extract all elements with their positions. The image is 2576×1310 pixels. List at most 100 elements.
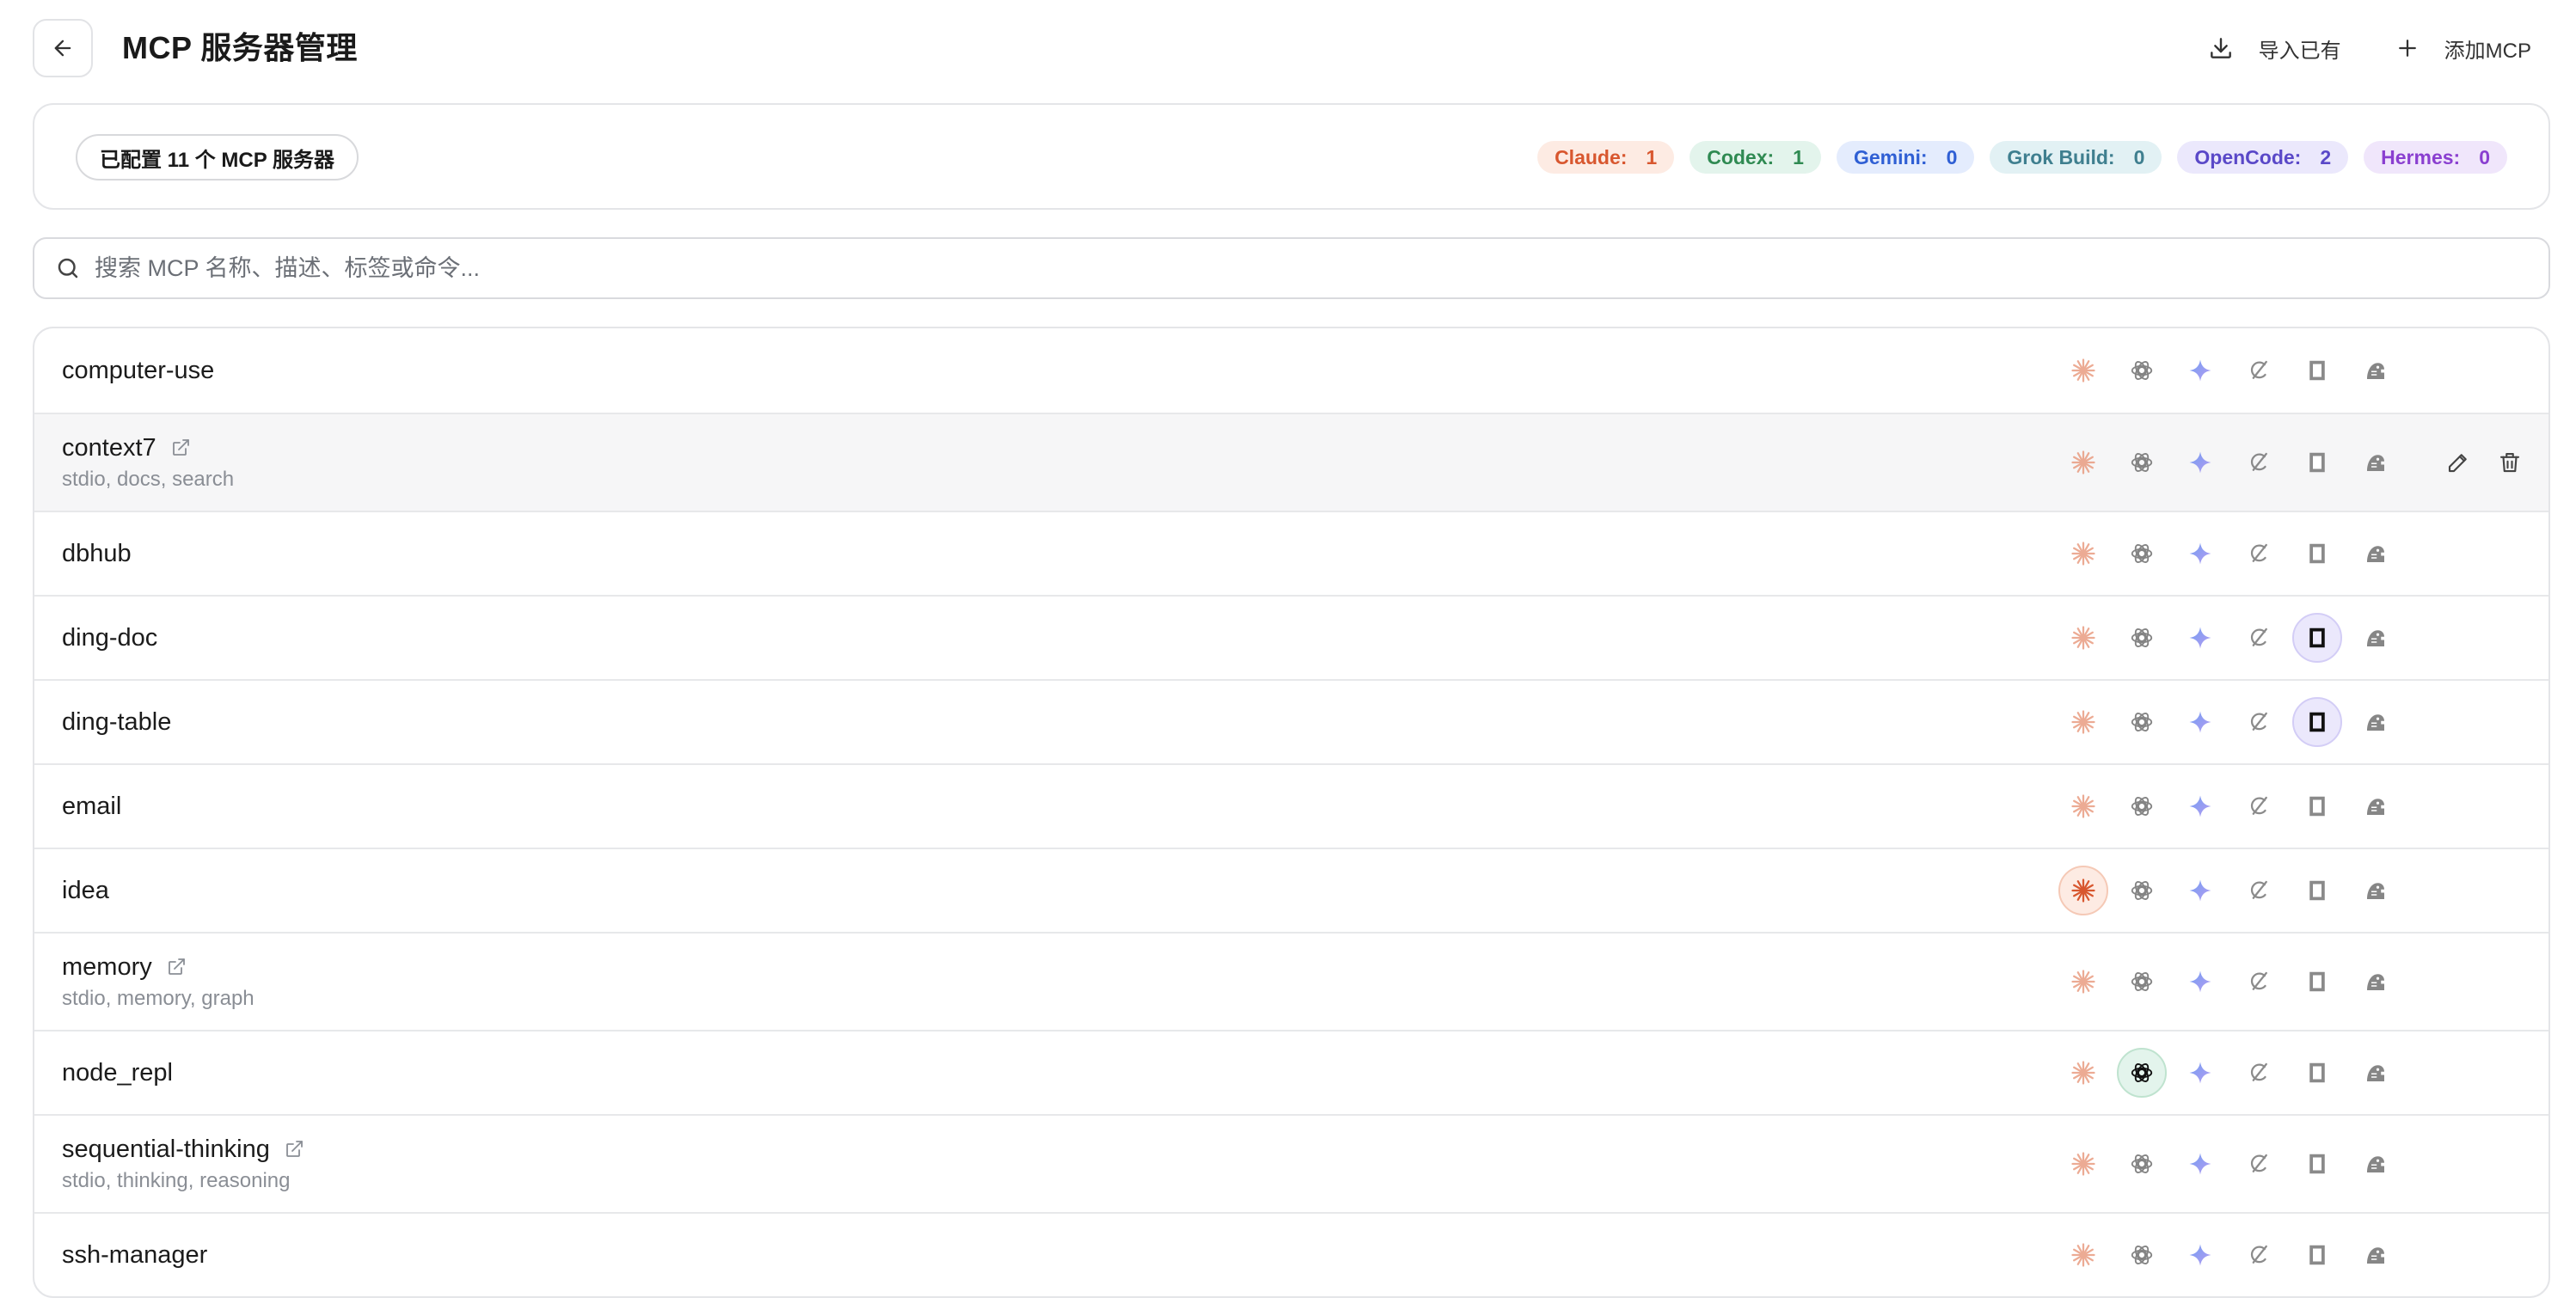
hermes-icon[interactable] bbox=[2351, 1139, 2401, 1189]
download-icon bbox=[2210, 38, 2231, 58]
hermes-icon[interactable] bbox=[2351, 1048, 2401, 1098]
server-name: memory bbox=[62, 953, 152, 981]
hermes-icon[interactable] bbox=[2351, 957, 2401, 1007]
claude-icon[interactable] bbox=[2058, 438, 2108, 487]
claude-icon[interactable] bbox=[2058, 1139, 2108, 1189]
hermes-icon[interactable] bbox=[2351, 781, 2401, 831]
server-name-line: ding-doc bbox=[62, 622, 157, 653]
codex-icon[interactable] bbox=[2117, 957, 2167, 1007]
server-row[interactable]: memory stdio, memory, graph bbox=[34, 932, 2548, 1030]
edit-icon[interactable] bbox=[2442, 446, 2475, 479]
gemini-icon[interactable] bbox=[2175, 1139, 2225, 1189]
codex-icon[interactable] bbox=[2117, 438, 2167, 487]
claude-icon[interactable] bbox=[2058, 613, 2108, 663]
gemini-icon[interactable] bbox=[2175, 697, 2225, 747]
hermes-icon[interactable] bbox=[2351, 697, 2401, 747]
codex-icon[interactable] bbox=[2117, 781, 2167, 831]
hermes-icon[interactable] bbox=[2351, 613, 2401, 663]
opencode-icon[interactable] bbox=[2292, 529, 2342, 578]
gemini-icon[interactable] bbox=[2175, 866, 2225, 915]
app-toggles bbox=[2058, 346, 2401, 395]
codex-icon[interactable] bbox=[2117, 346, 2167, 395]
gemini-icon[interactable] bbox=[2175, 438, 2225, 487]
hermes-icon[interactable] bbox=[2351, 1230, 2401, 1280]
grok-icon[interactable] bbox=[2234, 866, 2284, 915]
grok-icon[interactable] bbox=[2234, 529, 2284, 578]
codex-icon[interactable] bbox=[2117, 1048, 2167, 1098]
server-row[interactable]: ding-doc bbox=[34, 595, 2548, 679]
claude-icon[interactable] bbox=[2058, 1048, 2108, 1098]
server-row[interactable]: dbhub bbox=[34, 511, 2548, 595]
server-name: ssh-manager bbox=[62, 1241, 208, 1269]
codex-icon[interactable] bbox=[2117, 529, 2167, 578]
grok-icon[interactable] bbox=[2234, 697, 2284, 747]
delete-icon[interactable] bbox=[2493, 446, 2526, 479]
server-row[interactable]: node_repl bbox=[34, 1030, 2548, 1114]
gemini-icon[interactable] bbox=[2175, 1230, 2225, 1280]
server-name-line: context7 bbox=[62, 432, 234, 463]
server-row[interactable]: ssh-manager bbox=[34, 1212, 2548, 1296]
codex-icon[interactable] bbox=[2117, 697, 2167, 747]
arrow-left-icon bbox=[54, 40, 71, 57]
claude-icon[interactable] bbox=[2058, 781, 2108, 831]
opencode-icon[interactable] bbox=[2292, 697, 2342, 747]
opencode-icon[interactable] bbox=[2292, 346, 2342, 395]
opencode-icon[interactable] bbox=[2292, 781, 2342, 831]
external-link-icon[interactable] bbox=[170, 438, 191, 458]
import-button[interactable]: 导入已有 bbox=[2195, 28, 2353, 69]
claude-icon[interactable] bbox=[2058, 346, 2108, 395]
gemini-icon[interactable] bbox=[2175, 613, 2225, 663]
claude-icon[interactable] bbox=[2058, 957, 2108, 1007]
opencode-icon[interactable] bbox=[2292, 866, 2342, 915]
opencode-icon[interactable] bbox=[2292, 613, 2342, 663]
grok-icon[interactable] bbox=[2234, 957, 2284, 1007]
server-name: idea bbox=[62, 877, 109, 904]
codex-icon[interactable] bbox=[2117, 866, 2167, 915]
claude-icon[interactable] bbox=[2058, 697, 2108, 747]
app-count-badge: Hermes: 0 bbox=[2364, 141, 2507, 174]
codex-icon[interactable] bbox=[2117, 613, 2167, 663]
grok-icon[interactable] bbox=[2234, 781, 2284, 831]
external-link-icon[interactable] bbox=[166, 957, 187, 977]
grok-icon[interactable] bbox=[2234, 346, 2284, 395]
gemini-icon[interactable] bbox=[2175, 957, 2225, 1007]
app-toggles bbox=[2058, 697, 2401, 747]
external-link-icon[interactable] bbox=[284, 1139, 304, 1160]
server-row[interactable]: ding-table bbox=[34, 679, 2548, 763]
hermes-icon[interactable] bbox=[2351, 438, 2401, 487]
server-row[interactable]: idea bbox=[34, 848, 2548, 932]
claude-icon[interactable] bbox=[2058, 1230, 2108, 1280]
gemini-icon[interactable] bbox=[2175, 529, 2225, 578]
gemini-icon[interactable] bbox=[2175, 1048, 2225, 1098]
grok-icon[interactable] bbox=[2234, 1139, 2284, 1189]
opencode-icon[interactable] bbox=[2292, 957, 2342, 1007]
grok-icon[interactable] bbox=[2234, 1048, 2284, 1098]
back-button[interactable] bbox=[33, 19, 93, 77]
claude-icon[interactable] bbox=[2058, 529, 2108, 578]
opencode-icon[interactable] bbox=[2292, 1230, 2342, 1280]
gemini-icon[interactable] bbox=[2175, 346, 2225, 395]
grok-icon[interactable] bbox=[2234, 613, 2284, 663]
server-row[interactable]: context7 stdio, docs, search bbox=[34, 413, 2548, 511]
opencode-icon[interactable] bbox=[2292, 438, 2342, 487]
hermes-icon[interactable] bbox=[2351, 529, 2401, 578]
grok-icon[interactable] bbox=[2234, 1230, 2284, 1280]
server-row[interactable]: email bbox=[34, 763, 2548, 848]
server-row[interactable]: computer-use bbox=[34, 328, 2548, 413]
codex-icon[interactable] bbox=[2117, 1139, 2167, 1189]
server-row[interactable]: sequential-thinking stdio, thinking, reas… bbox=[34, 1114, 2548, 1212]
search-input[interactable] bbox=[95, 254, 2548, 282]
codex-icon[interactable] bbox=[2117, 1230, 2167, 1280]
app-toggles bbox=[2058, 1139, 2401, 1189]
summary-card: 已配置 11 个 MCP 服务器 Claude: 1 Codex: 1 Gemini: 0… bbox=[33, 103, 2550, 210]
hermes-icon[interactable] bbox=[2351, 346, 2401, 395]
gemini-icon[interactable] bbox=[2175, 781, 2225, 831]
server-info: ding-table bbox=[62, 681, 171, 763]
opencode-icon[interactable] bbox=[2292, 1139, 2342, 1189]
add-mcp-button[interactable]: 添加MCP bbox=[2383, 28, 2543, 69]
hermes-icon[interactable] bbox=[2351, 866, 2401, 915]
claude-icon[interactable] bbox=[2058, 866, 2108, 915]
app-toggles bbox=[2058, 529, 2401, 578]
opencode-icon[interactable] bbox=[2292, 1048, 2342, 1098]
grok-icon[interactable] bbox=[2234, 438, 2284, 487]
